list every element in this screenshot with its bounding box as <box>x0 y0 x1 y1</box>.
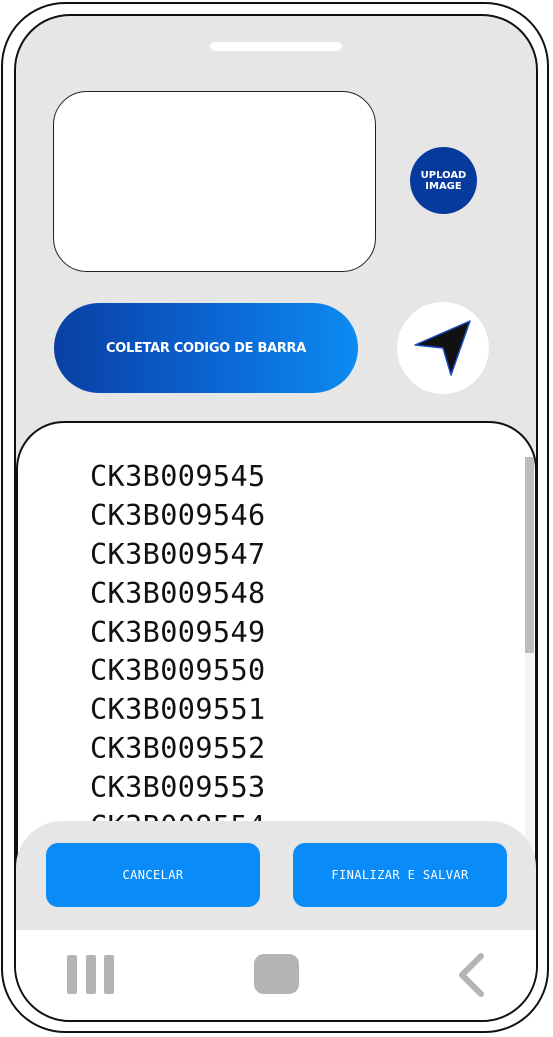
barcode-item: CK3B009549 <box>90 615 266 649</box>
barcode-item: CK3B009551 <box>90 693 266 727</box>
collect-barcode-label: COLETAR CODIGO DE BARRA <box>105 340 307 356</box>
barcode-item: CK3B009550 <box>90 654 266 688</box>
scrollbar-thumb[interactable] <box>525 457 534 653</box>
upload-image-button[interactable]: UPLOAD IMAGE <box>410 147 477 214</box>
collect-barcode-button[interactable]: COLETAR CODIGO DE BARRA <box>54 303 358 393</box>
navigation-button[interactable] <box>397 302 489 394</box>
back-icon[interactable] <box>455 952 487 998</box>
barcode-item: CK3B009547 <box>90 537 266 571</box>
barcode-item: CK3B009553 <box>90 771 266 805</box>
recent-apps-icon[interactable] <box>67 955 114 994</box>
barcode-list: CK3B009545 CK3B009546 CK3B009547 CK3B009… <box>90 458 266 847</box>
home-icon[interactable] <box>254 954 299 994</box>
cancel-button[interactable]: CANCELAR <box>46 843 260 907</box>
barcode-item: CK3B009545 <box>90 460 266 493</box>
finish-save-label: FINALIZAR E SALVAR <box>331 868 469 882</box>
barcode-item: CK3B009548 <box>90 576 266 610</box>
image-preview <box>53 91 376 272</box>
barcode-item: CK3B009546 <box>90 498 266 532</box>
speaker-slot <box>210 42 342 51</box>
barcode-item: CK3B009552 <box>90 732 266 766</box>
finish-save-button[interactable]: FINALIZAR E SALVAR <box>293 843 507 907</box>
cancel-label: CANCELAR <box>122 868 184 882</box>
navigation-arrow-icon <box>414 320 471 376</box>
